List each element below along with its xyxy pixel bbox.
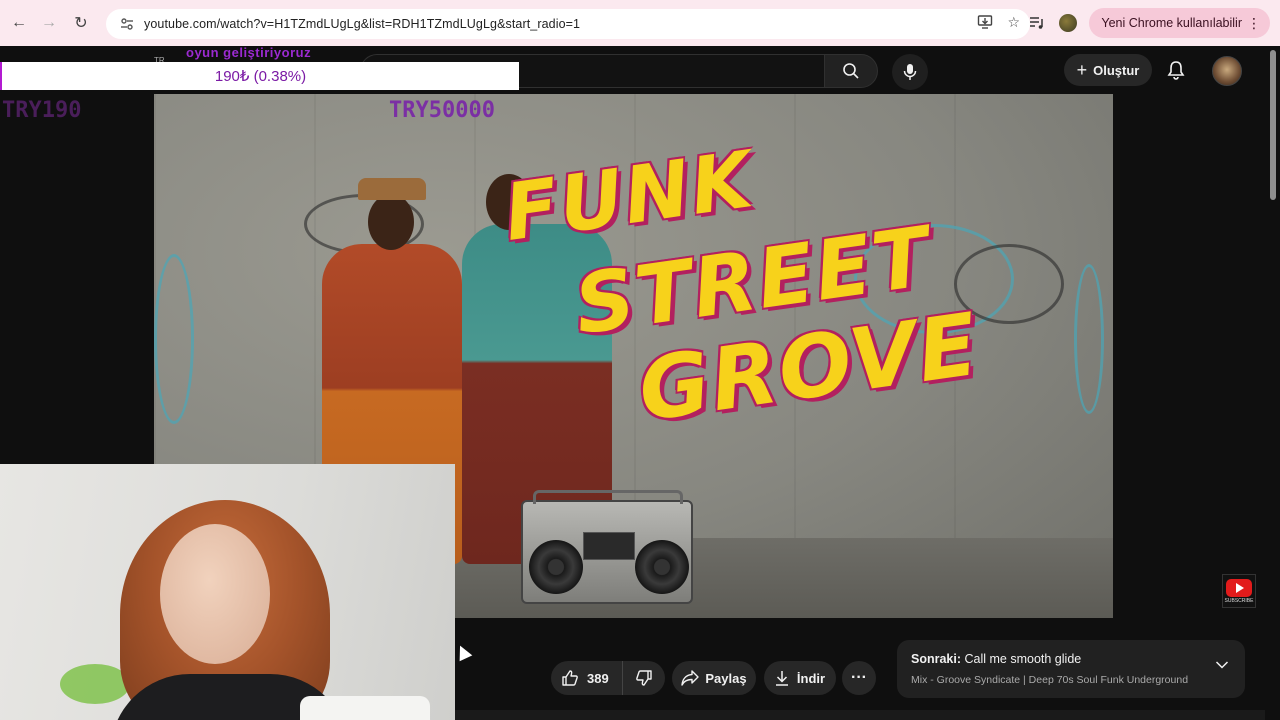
notifications-button[interactable] — [1164, 58, 1188, 82]
up-next-title: Call me smooth glide — [964, 652, 1082, 666]
chrome-update-label: Yeni Chrome kullanılabilir — [1101, 16, 1242, 30]
download-button[interactable]: İndir — [764, 661, 836, 695]
bell-icon — [1167, 61, 1185, 80]
thumbs-up-icon — [562, 670, 578, 686]
install-app-icon[interactable] — [977, 14, 993, 33]
up-next-subtitle: Mix - Groove Syndicate | Deep 70s Soul F… — [911, 674, 1189, 686]
like-count: 389 — [587, 670, 609, 686]
download-label: İndir — [796, 670, 826, 686]
donation-progress-bar: 190₺ (0.38%) — [0, 62, 519, 90]
site-info-icon[interactable] — [118, 15, 136, 33]
microphone-icon — [903, 64, 917, 80]
browser-toolbar: ← → ↻ youtube.com/watch?v=H1TZmdLUgLg&li… — [0, 0, 1280, 46]
share-arrow-icon — [681, 670, 700, 686]
dislike-button[interactable] — [623, 669, 665, 687]
back-arrow-icon[interactable]: ← — [4, 8, 34, 38]
graffiti-decoration — [154, 254, 194, 424]
like-button[interactable]: 389 — [551, 661, 623, 695]
reload-icon[interactable]: ↻ — [66, 8, 96, 38]
more-horizontal-icon: ··· — [851, 669, 867, 686]
webcam-pillow — [300, 696, 430, 720]
up-next-heading: Sonraki: Call me smooth glide — [911, 652, 1231, 666]
up-next-prefix: Sonraki: — [911, 652, 962, 666]
subscribe-watermark[interactable]: SUBSCRIBE — [1222, 574, 1256, 608]
donation-progress-text: 190₺ (0.38%) — [214, 68, 307, 85]
search-icon — [843, 63, 859, 79]
webcam-person-face — [160, 524, 270, 664]
chevron-down-icon[interactable] — [1215, 660, 1229, 670]
mouse-cursor-icon — [453, 642, 473, 662]
stream-overlay-caption: oyun geliştiriyoruz — [186, 45, 312, 60]
plus-icon: + — [1076, 59, 1088, 80]
share-label: Paylaş — [705, 670, 747, 686]
thumbs-down-icon — [636, 670, 652, 686]
url-text: youtube.com/watch?v=H1TZmdLUgLg&list=RDH… — [144, 17, 581, 31]
subscribe-watermark-text: SUBSCRIBE — [1224, 597, 1254, 604]
chrome-update-button[interactable]: Yeni Chrome kullanılabilir ⋮ — [1089, 8, 1270, 38]
forward-arrow-icon[interactable]: → — [34, 8, 64, 38]
up-next-card[interactable]: Sonraki: Call me smooth glide Mix - Groo… — [897, 640, 1245, 698]
more-actions-button[interactable]: ··· — [842, 661, 876, 695]
browser-profile-avatar[interactable] — [1059, 14, 1078, 32]
download-icon — [775, 671, 788, 686]
donation-current-amount: TRY190 — [2, 98, 82, 123]
page-scrollbar[interactable] — [1266, 46, 1280, 720]
address-bar[interactable]: youtube.com/watch?v=H1TZmdLUgLg&list=RDH… — [106, 9, 1030, 39]
create-button[interactable]: + Oluştur — [1064, 54, 1152, 86]
share-button[interactable]: Paylaş — [672, 661, 756, 695]
page-divider — [455, 710, 1265, 720]
kebab-menu-icon[interactable]: ⋮ — [1247, 15, 1261, 32]
youtube-logo-icon — [1226, 578, 1252, 597]
create-label: Oluştur — [1093, 62, 1140, 78]
media-queue-icon[interactable] — [1027, 15, 1047, 32]
account-avatar[interactable] — [1212, 56, 1242, 86]
webcam-plant — [60, 664, 130, 704]
webcam-overlay — [0, 464, 455, 720]
donation-goal-amount: TRY50000 — [389, 98, 495, 123]
voice-search-button[interactable] — [892, 54, 928, 90]
graffiti-decoration — [1074, 264, 1104, 414]
search-button[interactable] — [824, 54, 878, 88]
like-dislike-group: 389 — [551, 661, 665, 695]
boombox-illustration — [521, 490, 693, 604]
bookmark-star-icon[interactable]: ☆ — [1007, 14, 1020, 33]
scrollbar-thumb[interactable] — [1270, 50, 1276, 200]
